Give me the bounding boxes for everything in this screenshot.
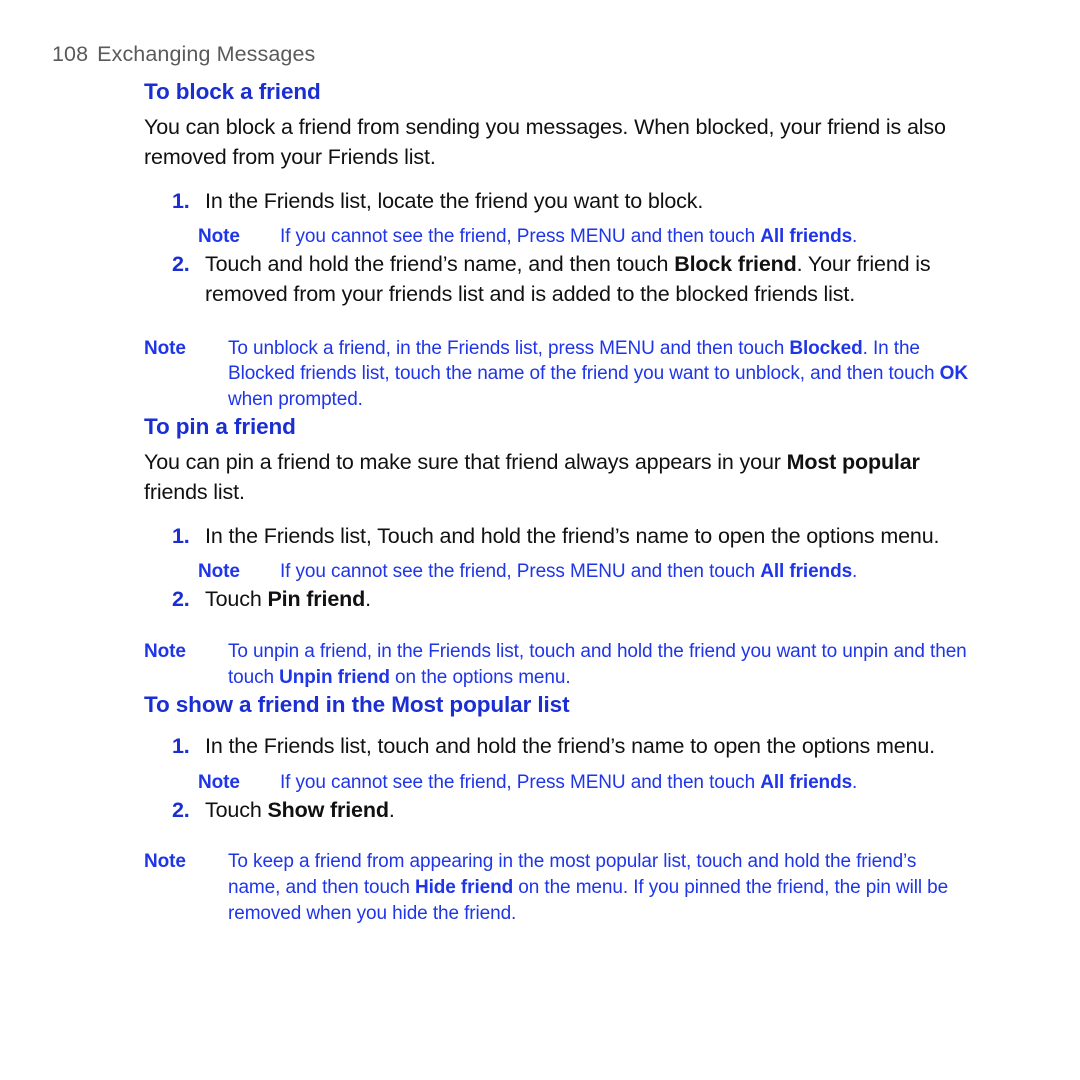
note-label: Note xyxy=(144,851,186,873)
step-text-tail: . xyxy=(388,797,395,822)
step-marker: 1. xyxy=(172,188,190,213)
step-item: 1. In the Friends list, locate the friend… xyxy=(172,187,970,217)
note-text-tail: . xyxy=(852,771,858,793)
page-folio-number: 108 xyxy=(52,42,89,66)
note-text: when prompted. xyxy=(228,389,363,411)
step-item: 2. Touch Show friend. xyxy=(172,796,970,826)
note-block: Note To unblock a friend, in the Friends … xyxy=(144,336,970,413)
ui-term: OK xyxy=(939,363,968,385)
note-text-tail: . xyxy=(852,561,858,583)
note-block: Note To keep a friend from appearing in t… xyxy=(144,849,970,926)
step-marker: 2. xyxy=(172,587,190,612)
note-label: Note xyxy=(198,561,240,583)
chapter-title: Exchanging Messages xyxy=(97,42,316,66)
note-text: To unblock a friend, in the Friends list… xyxy=(228,337,790,359)
section-intro-block-a-friend: You can block a friend from sending you … xyxy=(144,115,946,170)
note-text: If you cannot see the friend, Press MENU… xyxy=(280,561,761,583)
ui-term: Pin friend xyxy=(267,587,366,612)
ui-term: All friends xyxy=(760,226,853,248)
section-heading-pin-a-friend: To pin a friend xyxy=(144,414,296,440)
section-intro-pin-a-friend: You can pin a friend to make sure that f… xyxy=(144,448,970,507)
manual-page: 108 Exchanging Messages To block a friend… xyxy=(0,0,1080,1080)
note-label: Note xyxy=(198,226,240,248)
note-text-tail: on the options menu. xyxy=(389,666,571,688)
note-label: Note xyxy=(144,337,186,359)
section-heading-show-a-friend: To show a friend in the Most popular lis… xyxy=(144,691,570,717)
step-text-tail: . xyxy=(365,587,371,612)
step-item: 1. In the Friends list, Touch and hold th… xyxy=(172,522,970,552)
step-marker: 1. xyxy=(172,734,190,759)
step-item: 2. Touch Pin friend. xyxy=(172,585,970,615)
step-item: 2. Touch and hold the friend’s name, and … xyxy=(172,250,970,309)
ui-term: All friends xyxy=(760,771,853,793)
step-item: 1. In the Friends list, touch and hold th… xyxy=(172,732,970,762)
note-text: If you cannot see the friend, Press MENU… xyxy=(280,226,761,248)
intro-text: You can pin a friend to make sure that f… xyxy=(144,450,787,475)
step-list-block-a-friend: 1. In the Friends list, locate the friend… xyxy=(144,187,970,310)
ui-term: Most popular xyxy=(786,450,920,475)
step-text: Touch xyxy=(205,797,268,822)
step-list-pin-a-friend: 1. In the Friends list, Touch and hold th… xyxy=(144,522,970,615)
note-label: Note xyxy=(198,771,240,793)
ui-term: Hide friend xyxy=(414,876,514,898)
step-list-show-a-friend: 1. In the Friends list, touch and hold th… xyxy=(144,732,970,825)
note-text-tail: . xyxy=(852,226,858,248)
intro-text-tail: friends list. xyxy=(144,480,245,505)
note-block: Note To unpin a friend, in the Friends li… xyxy=(144,639,970,691)
ui-term: Block friend xyxy=(674,252,797,277)
note-text: If you cannot see the friend, Press MENU… xyxy=(280,771,761,793)
note-block: Note If you cannot see the friend, Press … xyxy=(198,559,970,585)
step-text: Touch and hold the friend’s name, and th… xyxy=(205,252,675,277)
step-marker: 1. xyxy=(172,523,190,548)
page-content: To block a friend You can block a friend… xyxy=(144,78,970,927)
ui-term: All friends xyxy=(760,561,853,583)
section-heading-block-a-friend: To block a friend xyxy=(144,79,321,104)
step-text: In the Friends list, locate the friend y… xyxy=(205,188,704,213)
step-text: In the Friends list, touch and hold the … xyxy=(205,734,935,759)
ui-term: Unpin friend xyxy=(279,666,390,688)
note-block: Note If you cannot see the friend, Press … xyxy=(198,770,970,796)
step-marker: 2. xyxy=(172,797,190,822)
note-block: Note If you cannot see the friend, Press … xyxy=(198,224,970,250)
ui-term: Show friend xyxy=(267,797,389,822)
step-text: Touch xyxy=(205,587,268,612)
step-marker: 2. xyxy=(172,252,190,277)
note-label: Note xyxy=(144,640,186,662)
ui-term: Blocked xyxy=(789,337,863,359)
step-text: In the Friends list, Touch and hold the … xyxy=(205,523,940,548)
running-header: 108 Exchanging Messages xyxy=(52,42,315,67)
